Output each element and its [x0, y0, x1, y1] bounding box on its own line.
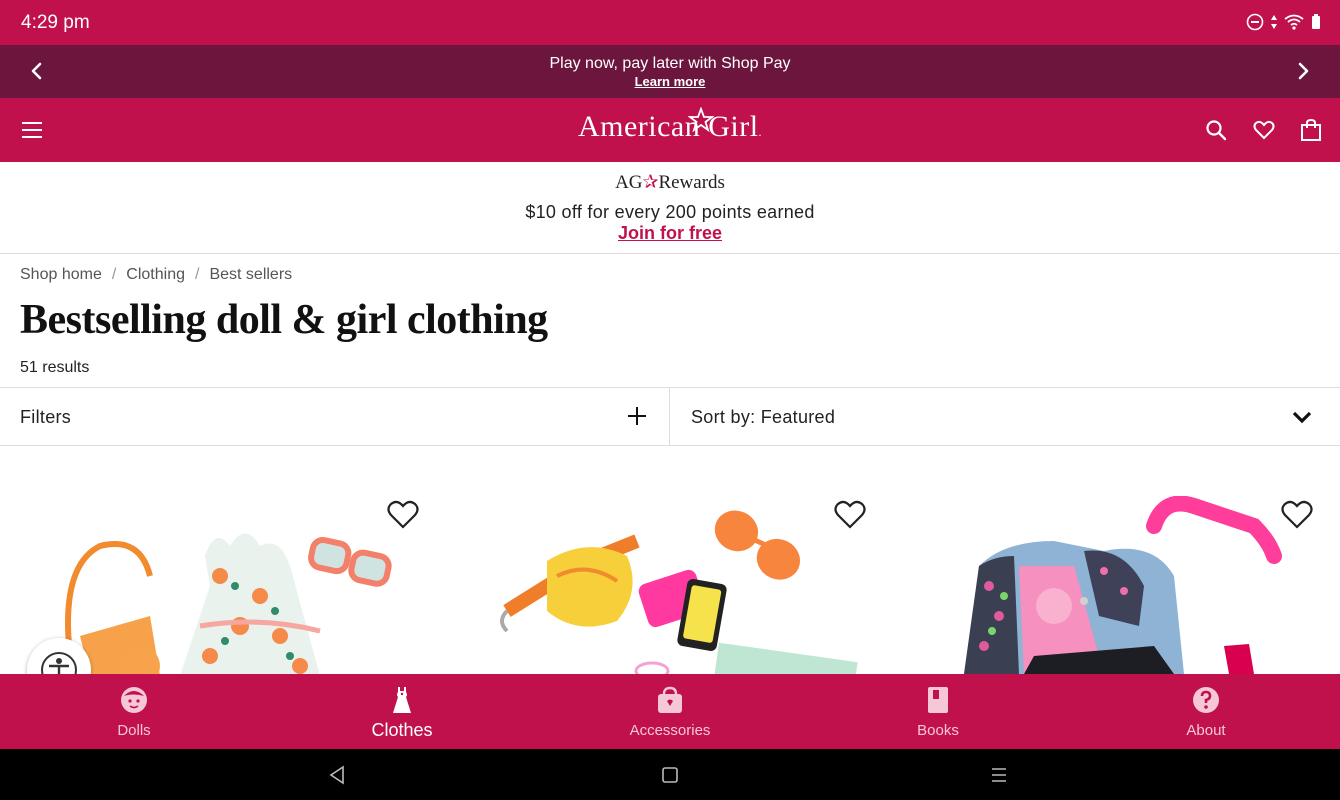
nav-item-dolls[interactable]: Dolls: [0, 674, 268, 749]
nav-label-books: Books: [917, 722, 959, 739]
status-time: 4:29 pm: [21, 12, 90, 33]
breadcrumb-clothing[interactable]: Clothing: [126, 266, 185, 284]
chevron-right-icon[interactable]: [1291, 59, 1315, 83]
data-arrows-icon: [1271, 15, 1277, 29]
nav-label-dolls: Dolls: [117, 722, 151, 739]
rewards-star-icon: ✰: [642, 172, 659, 193]
bottom-navigation: Dolls Clothes Accessories Books About: [0, 674, 1340, 749]
rewards-text: $10 off for every 200 points earned: [525, 202, 815, 222]
system-navigation-bar: [0, 749, 1340, 800]
battery-icon: [1312, 14, 1320, 29]
dress-icon: [393, 687, 411, 713]
nav-label-accessories: Accessories: [629, 722, 711, 739]
nav-label-about: About: [1186, 722, 1226, 739]
breadcrumb: Shop home / Clothing / Best sellers: [20, 266, 292, 284]
product-image[interactable]: [924, 496, 1340, 674]
nav-item-clothes[interactable]: Clothes: [268, 674, 536, 749]
logo-star-icon: [688, 107, 714, 133]
product-card[interactable]: [447, 446, 894, 674]
breadcrumb-separator: /: [111, 266, 117, 283]
promo-banner: Play now, pay later with Shop Pay Learn …: [0, 45, 1340, 98]
product-card[interactable]: [894, 446, 1340, 674]
plus-icon: [628, 407, 646, 425]
result-count: 51 results: [20, 359, 90, 376]
back-triangle-icon[interactable]: [327, 764, 349, 786]
do-not-disturb-icon: [1246, 13, 1264, 31]
status-bar: 4:29 pm: [0, 0, 1340, 45]
home-square-icon[interactable]: [659, 764, 681, 786]
favorite-heart-icon[interactable]: [833, 498, 867, 530]
promo-learn-more-link[interactable]: Learn more: [0, 74, 1340, 89]
nav-label-clothes: Clothes: [371, 720, 433, 740]
site-header: American Girl.: [0, 98, 1340, 162]
question-icon: [1193, 687, 1219, 713]
nav-item-about[interactable]: About: [1072, 674, 1340, 749]
doll-face-icon: [121, 687, 147, 713]
favorite-heart-icon[interactable]: [386, 498, 420, 530]
sort-label: Sort by: Featured: [691, 407, 836, 427]
recents-menu-icon[interactable]: [988, 764, 1010, 786]
ag-rewards-logo: AG✰Rewards: [0, 171, 1340, 194]
favorite-heart-icon[interactable]: [1280, 498, 1314, 530]
filters-button[interactable]: Filters: [0, 388, 670, 445]
logo-mark: .: [758, 125, 763, 139]
logo-text: American Girl: [577, 110, 759, 143]
breadcrumb-shop-home[interactable]: Shop home: [20, 266, 102, 284]
sort-dropdown[interactable]: Sort by: Featured: [671, 388, 1340, 445]
bag-icon: [658, 686, 682, 713]
search-icon[interactable]: [1204, 118, 1228, 142]
rewards-logo-right: Rewards: [658, 172, 725, 193]
breadcrumb-separator: /: [195, 266, 200, 283]
rewards-logo-left: AG: [615, 172, 643, 193]
american-girl-logo[interactable]: American Girl.: [0, 107, 1340, 144]
nav-item-books[interactable]: Books: [804, 674, 1072, 749]
product-image[interactable]: [477, 501, 877, 674]
nav-item-accessories[interactable]: Accessories: [536, 674, 804, 749]
book-icon: [928, 687, 948, 713]
promo-text: Play now, pay later with Shop Pay: [549, 55, 791, 72]
breadcrumb-best-sellers[interactable]: Best sellers: [209, 266, 292, 284]
product-grid: [0, 446, 1340, 674]
wifi-icon: [1284, 14, 1304, 30]
chevron-down-icon: [1292, 411, 1312, 424]
product-image[interactable]: [30, 506, 430, 674]
status-icons: [1246, 13, 1322, 31]
filters-label: Filters: [20, 407, 72, 427]
rewards-banner: AG✰Rewards $10 off for every 200 points …: [0, 162, 1340, 254]
filter-sort-toolbar: Filters Sort by: Featured: [0, 387, 1340, 446]
join-for-free-link[interactable]: Join for free: [0, 223, 1340, 244]
shopping-bag-icon[interactable]: [1299, 118, 1323, 142]
page-title: Bestselling doll & girl clothing: [20, 297, 548, 343]
wishlist-heart-icon[interactable]: [1252, 118, 1276, 142]
